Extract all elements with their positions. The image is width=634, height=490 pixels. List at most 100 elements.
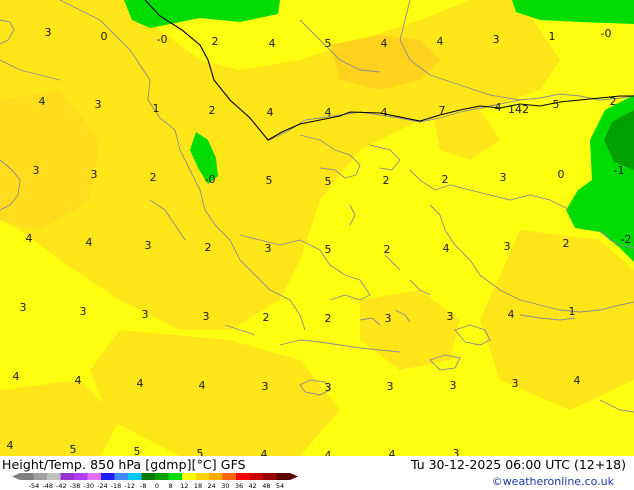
temperature-label: 4 bbox=[137, 377, 144, 390]
contour-label: 142 bbox=[508, 103, 529, 116]
temperature-label: 4 bbox=[26, 232, 33, 245]
temperature-label: 2 bbox=[209, 104, 216, 117]
legend-tick-label: -12 bbox=[124, 482, 135, 490]
temperature-label: 1 bbox=[549, 30, 556, 43]
temperature-label: -1 bbox=[614, 164, 625, 177]
temperature-label: 4 bbox=[325, 449, 332, 456]
legend-swatch bbox=[20, 473, 34, 480]
temperature-label: 3 bbox=[203, 310, 210, 323]
temperature-label: 2 bbox=[383, 174, 390, 187]
temperature-label: 3 bbox=[80, 305, 87, 318]
temperature-label: 3 bbox=[385, 312, 392, 325]
temperature-label: 4 bbox=[389, 448, 396, 456]
temperature-label: 5 bbox=[325, 37, 332, 50]
temperature-label: 3 bbox=[453, 447, 460, 456]
legend-swatch bbox=[249, 473, 264, 480]
temperature-label: -0 bbox=[205, 173, 216, 186]
temperature-label: 4 bbox=[508, 308, 515, 321]
temperature-label: 5 bbox=[266, 174, 273, 187]
temperature-label: 4 bbox=[269, 37, 276, 50]
legend-tick-label: -54 bbox=[29, 482, 40, 490]
legend-swatch bbox=[47, 473, 61, 480]
legend-swatch bbox=[182, 473, 196, 480]
temperature-label: 0 bbox=[558, 168, 565, 181]
temperature-label: 3 bbox=[504, 240, 511, 253]
legend-tick-label: -30 bbox=[83, 482, 94, 490]
temperature-label: 4 bbox=[495, 101, 502, 114]
legend-tick-label: 18 bbox=[194, 482, 202, 490]
legend-swatch bbox=[195, 473, 210, 480]
legend-arrow-right bbox=[290, 473, 298, 480]
temperature-label: 0 bbox=[101, 30, 108, 43]
temperature-label: 4 bbox=[261, 448, 268, 456]
temperature-label: 4 bbox=[7, 439, 14, 452]
legend-swatch bbox=[101, 473, 115, 480]
legend-tick-label: -42 bbox=[56, 482, 67, 490]
legend-swatch bbox=[87, 473, 102, 480]
temperature-label: 3 bbox=[262, 380, 269, 393]
temperature-label: 3 bbox=[45, 26, 52, 39]
temperature-label: 3 bbox=[20, 301, 27, 314]
temperature-label: 1 bbox=[569, 305, 576, 318]
legend-swatch bbox=[128, 473, 142, 480]
legend-swatch bbox=[114, 473, 129, 480]
legend-swatch bbox=[168, 473, 183, 480]
legend-tick-label: 12 bbox=[180, 482, 188, 490]
legend-tick-label: -8 bbox=[140, 482, 146, 490]
temperature-label: 4 bbox=[13, 370, 20, 383]
temperature-label: 4 bbox=[381, 106, 388, 119]
temperature-label: 5 bbox=[325, 175, 332, 188]
map-title: Height/Temp. 850 hPa [gdmp][°C] GFS bbox=[2, 457, 246, 472]
temperature-label: 2 bbox=[325, 312, 332, 325]
legend-swatch bbox=[209, 473, 223, 480]
legend-tick-label: 24 bbox=[208, 482, 216, 490]
temperature-label: 3 bbox=[500, 171, 507, 184]
legend-tick-label: -18 bbox=[111, 482, 122, 490]
temperature-label: 4 bbox=[325, 106, 332, 119]
legend-tick-label: -24 bbox=[97, 482, 108, 490]
temperature-label: 2 bbox=[563, 237, 570, 250]
temperature-label: 2 bbox=[610, 95, 617, 108]
temperature-label: 3 bbox=[512, 377, 519, 390]
legend-tick-label: 8 bbox=[169, 482, 173, 490]
temperature-label: 4 bbox=[199, 379, 206, 392]
temperature-label: 2 bbox=[150, 171, 157, 184]
temperature-label: 5 bbox=[553, 98, 560, 111]
legend-swatch bbox=[236, 473, 250, 480]
map-footer: Height/Temp. 850 hPa [gdmp][°C] GFS Tu 3… bbox=[0, 456, 634, 490]
temperature-label: 4 bbox=[574, 374, 581, 387]
legend-tick-label: 54 bbox=[276, 482, 284, 490]
temperature-label: 3 bbox=[142, 308, 149, 321]
color-legend: -54 -48 -42 -38 -30 -24 -18 -12 -8 0 8 12 18 24 30 36 42… bbox=[12, 473, 298, 490]
temperature-label: 4 bbox=[381, 37, 388, 50]
credit-link[interactable]: ©weatheronline.co.uk bbox=[492, 475, 614, 488]
temperature-label: 1 bbox=[153, 102, 160, 115]
temperature-label: 4 bbox=[443, 242, 450, 255]
temperature-label: 2 bbox=[263, 311, 270, 324]
legend-swatch bbox=[276, 473, 291, 480]
temperature-label: -2 bbox=[621, 233, 632, 246]
legend-tick-label: 36 bbox=[235, 482, 243, 490]
temperature-label: 5 bbox=[134, 445, 141, 456]
temperature-label: 2 bbox=[205, 241, 212, 254]
temperature-label: -0 bbox=[157, 33, 168, 46]
legend-swatch bbox=[33, 473, 48, 480]
temperature-label: 7 bbox=[439, 104, 446, 117]
temperature-label: 5 bbox=[70, 443, 77, 456]
temperature-label: 4 bbox=[267, 106, 274, 119]
temperature-label: 3 bbox=[265, 242, 272, 255]
legend-tick-label: 48 bbox=[262, 482, 270, 490]
temperature-label: 5 bbox=[325, 243, 332, 256]
temperature-label: 2 bbox=[442, 173, 449, 186]
legend-tick-label: -38 bbox=[70, 482, 81, 490]
temperature-label: 3 bbox=[493, 33, 500, 46]
legend-tick-label: -48 bbox=[42, 482, 53, 490]
legend-tick-label: 30 bbox=[221, 482, 229, 490]
temperature-label: 3 bbox=[450, 379, 457, 392]
legend-swatch bbox=[141, 473, 156, 480]
temperature-label: 4 bbox=[75, 374, 82, 387]
temperature-label: 3 bbox=[95, 98, 102, 111]
temperature-label: 3 bbox=[447, 310, 454, 323]
legend-swatch bbox=[155, 473, 169, 480]
temperature-label: 3 bbox=[91, 168, 98, 181]
